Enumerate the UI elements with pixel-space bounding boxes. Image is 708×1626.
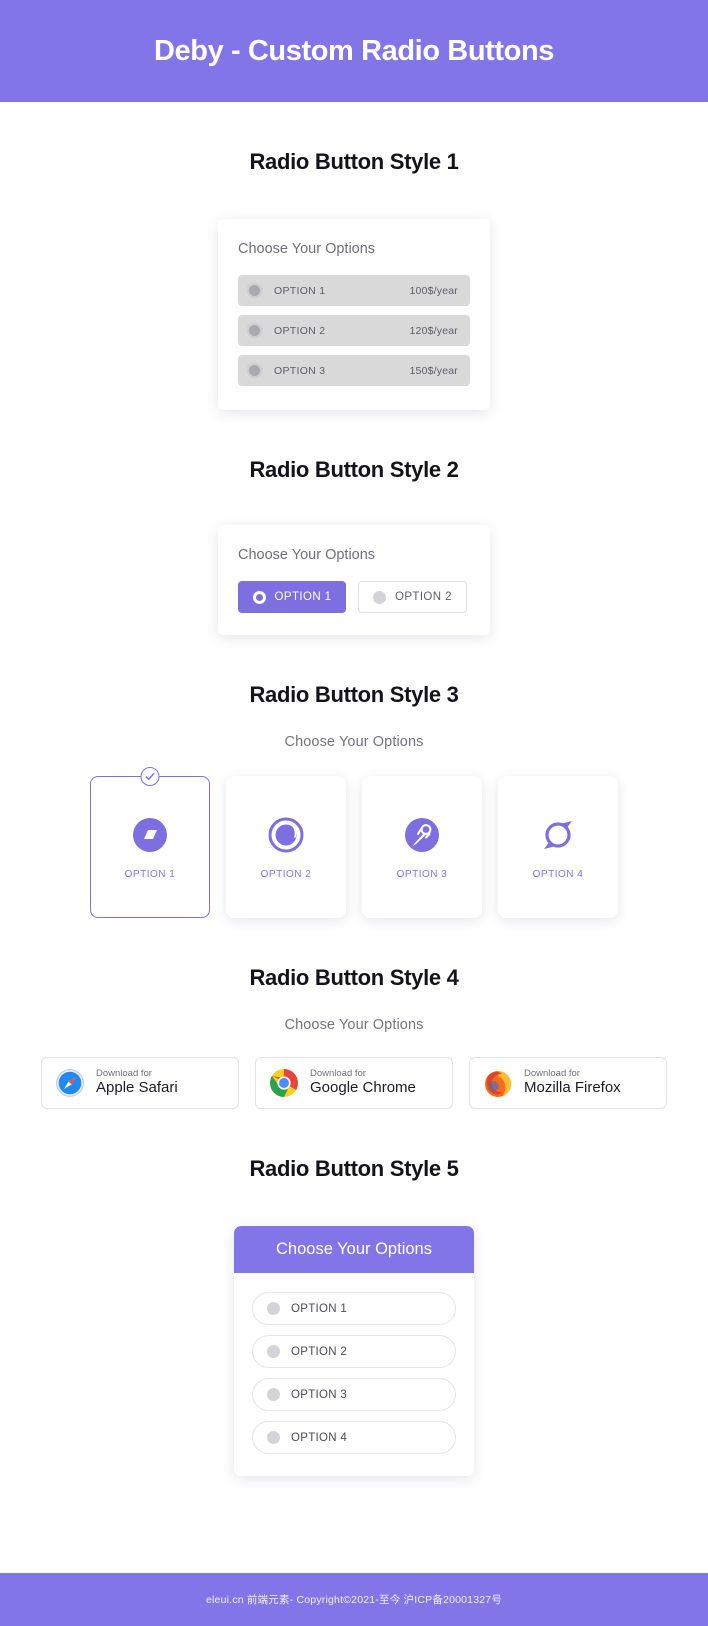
style-4-container: Download for Apple Safari Download for G…	[0, 1057, 708, 1109]
option-label: OPTION 1	[274, 284, 326, 297]
radio-card-option[interactable]: OPTION 4	[498, 776, 618, 918]
style-2-container: Choose Your Options OPTION 1 OPTION 2	[0, 525, 708, 635]
page-header: Deby - Custom Radio Buttons	[0, 0, 708, 102]
option-label: OPTION 1	[291, 1302, 348, 1315]
radio-dot-icon[interactable]	[249, 325, 260, 336]
download-text: Download for Mozilla Firefox	[524, 1069, 621, 1096]
radio-card-option[interactable]: OPTION 1	[90, 767, 210, 918]
download-text: Download for Apple Safari	[96, 1069, 178, 1096]
firefox-icon	[483, 1068, 513, 1098]
radio-card-option[interactable]: OPTION 3	[362, 776, 482, 918]
option-price: 100$/year	[409, 284, 458, 297]
radio-option-button-selected[interactable]: OPTION 1	[238, 581, 346, 613]
section-style-5: Radio Button Style 5 Choose Your Options…	[0, 1156, 708, 1626]
option-label: OPTION 1	[124, 868, 176, 880]
option-price: 120$/year	[409, 324, 458, 337]
radio-ring-icon	[252, 590, 266, 604]
section-title-style-2: Radio Button Style 2	[249, 457, 459, 482]
winged-circle-icon	[538, 815, 578, 855]
style-4-heading: Choose Your Options	[284, 1017, 424, 1033]
style-1-heading: Choose Your Options	[238, 241, 376, 257]
radio-dot-icon	[267, 1431, 280, 1444]
radio-option-row[interactable]: OPTION 3	[252, 1378, 456, 1411]
radio-dot-icon[interactable]	[249, 285, 260, 296]
style-1-card: Choose Your Options OPTION 1 100$/year O…	[218, 219, 490, 410]
radio-dot-icon	[373, 590, 386, 604]
ring-orb-icon	[266, 815, 306, 855]
style-2-heading: Choose Your Options	[238, 547, 376, 563]
section-title-style-1: Radio Button Style 1	[249, 149, 459, 174]
radio-option-row[interactable]: OPTION 1 100$/year	[238, 275, 470, 306]
radio-dot-icon[interactable]	[249, 365, 260, 376]
option-label: OPTION 2	[274, 324, 326, 337]
section-style-4: Radio Button Style 4 Choose Your Options…	[0, 965, 708, 1109]
section-title-style-3: Radio Button Style 3	[249, 682, 459, 707]
section-style-3: Radio Button Style 3 Choose Your Options…	[0, 682, 708, 918]
option-label: OPTION 1	[274, 591, 332, 603]
style-2-card: Choose Your Options OPTION 1 OPTION 2	[218, 525, 490, 635]
option-label: OPTION 3	[274, 364, 326, 377]
option-label: OPTION 3	[396, 868, 448, 880]
safari-icon	[55, 1068, 85, 1098]
radio-option-row[interactable]: OPTION 2	[252, 1335, 456, 1368]
style-3-heading: Choose Your Options	[284, 734, 424, 750]
section-title-style-4: Radio Button Style 4	[249, 965, 459, 990]
section-style-1: Radio Button Style 1 Choose Your Options…	[0, 149, 708, 410]
download-option-firefox[interactable]: Download for Mozilla Firefox	[469, 1057, 667, 1109]
option-label: OPTION 2	[291, 1345, 348, 1358]
download-option-safari[interactable]: Download for Apple Safari	[41, 1057, 239, 1109]
style-5-card: Choose Your Options OPTION 1 OPTION 2 OP…	[234, 1226, 474, 1476]
style-5-options: OPTION 1 OPTION 2 OPTION 3 OPTION 4	[234, 1273, 474, 1476]
browser-name: Apple Safari	[96, 1078, 178, 1096]
radio-option-row[interactable]: OPTION 4	[252, 1421, 456, 1454]
page-title: Deby - Custom Radio Buttons	[153, 34, 555, 67]
option-label: OPTION 4	[532, 868, 584, 880]
style-5-heading: Choose Your Options	[234, 1226, 474, 1273]
radio-option-row[interactable]: OPTION 1	[252, 1292, 456, 1325]
option-label: OPTION 3	[291, 1388, 348, 1401]
parallelogram-circle-icon	[130, 815, 170, 855]
style-2-button-group: OPTION 1 OPTION 2	[238, 581, 470, 613]
style-5-container: Choose Your Options OPTION 1 OPTION 2 OP…	[0, 1226, 708, 1476]
radio-option-button[interactable]: OPTION 2	[358, 581, 467, 613]
browser-name: Google Chrome	[310, 1078, 416, 1096]
style-3-container: OPTION 1 OPTION 2 OPTION 3 OPTION 4	[0, 767, 708, 918]
radio-option-row[interactable]: OPTION 2 120$/year	[238, 315, 470, 346]
style-1-container: Choose Your Options OPTION 1 100$/year O…	[0, 219, 708, 410]
radio-card-option[interactable]: OPTION 2	[226, 776, 346, 918]
download-option-chrome[interactable]: Download for Google Chrome	[255, 1057, 453, 1109]
option-label: OPTION 2	[395, 591, 452, 603]
option-label: OPTION 4	[291, 1431, 348, 1444]
download-text: Download for Google Chrome	[310, 1069, 416, 1096]
astronaut-circle-icon	[402, 815, 442, 855]
radio-dot-icon	[267, 1345, 280, 1358]
option-label: OPTION 2	[260, 868, 312, 880]
check-circle-icon	[140, 767, 160, 786]
chrome-icon	[269, 1068, 299, 1098]
radio-option-row[interactable]: OPTION 3 150$/year	[238, 355, 470, 386]
section-title-style-5: Radio Button Style 5	[249, 1156, 459, 1181]
radio-dot-icon	[267, 1388, 280, 1401]
browser-name: Mozilla Firefox	[524, 1078, 621, 1096]
radio-dot-icon	[267, 1302, 280, 1315]
option-price: 150$/year	[409, 364, 458, 377]
section-style-2: Radio Button Style 2 Choose Your Options…	[0, 457, 708, 635]
